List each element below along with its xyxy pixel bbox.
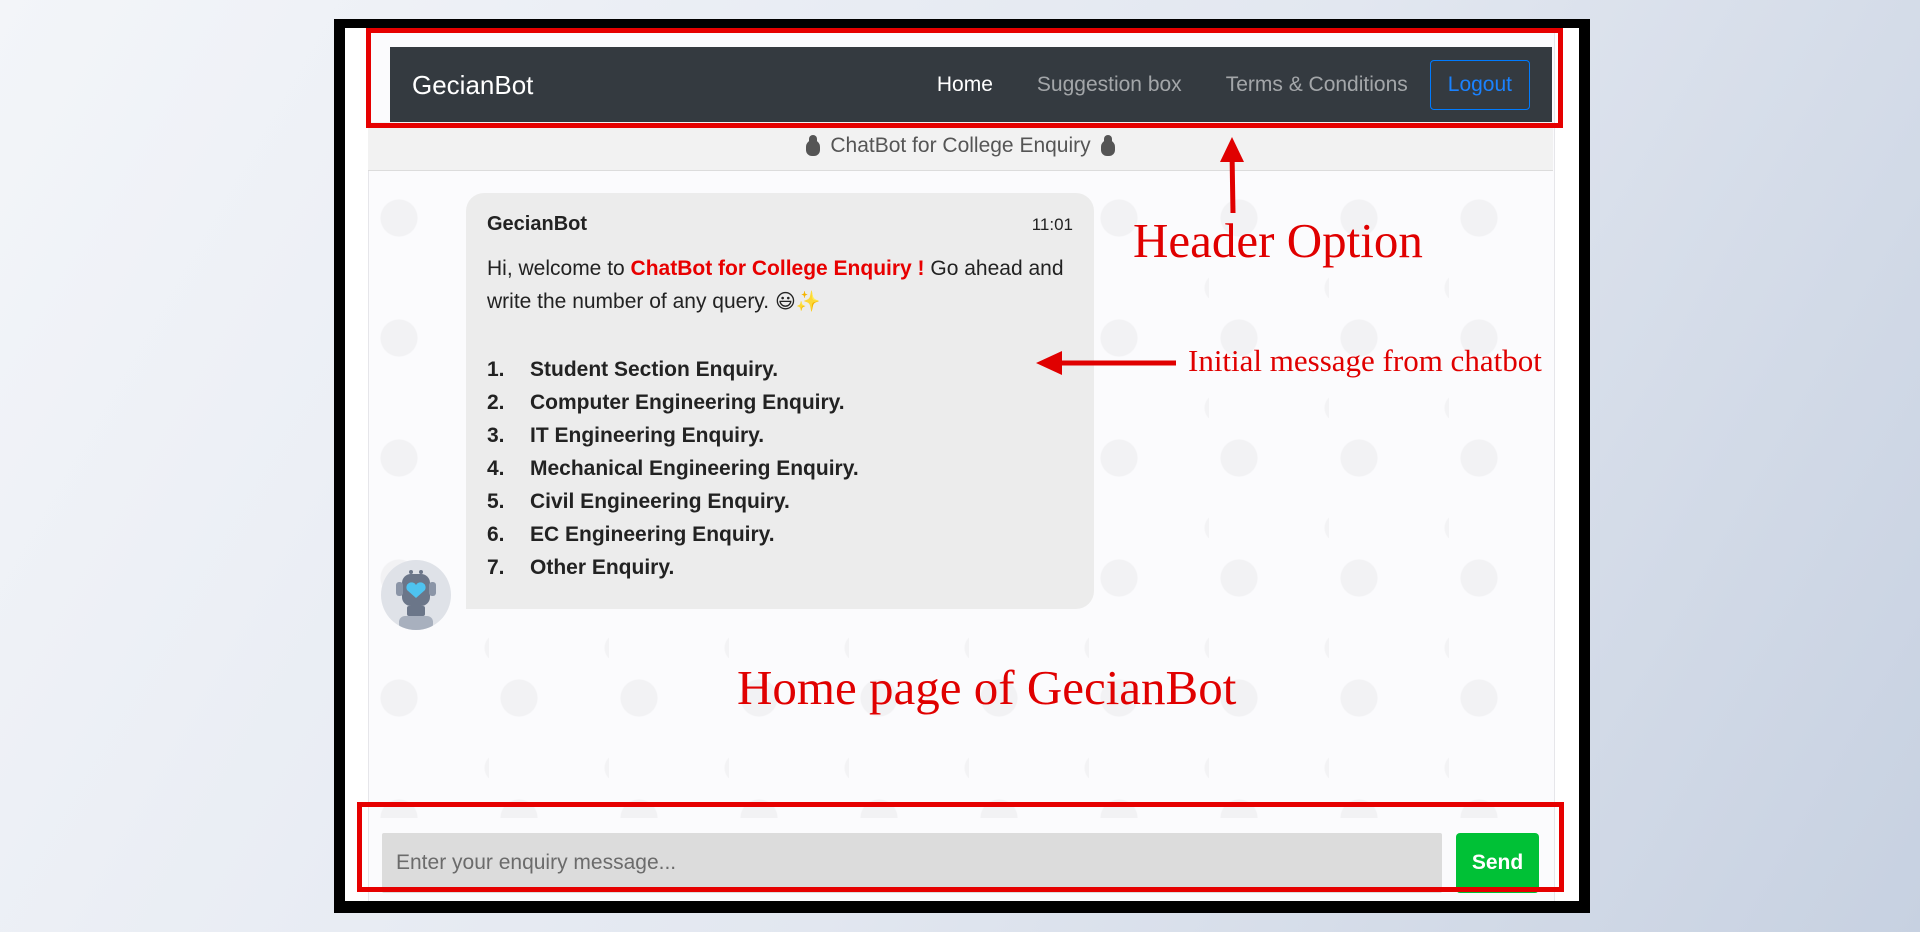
annotation-home-page: Home page of GecianBot bbox=[737, 660, 1237, 715]
annotation-initial-message: Initial message from chatbot bbox=[1188, 343, 1542, 378]
annotation-arrows bbox=[1036, 137, 1244, 375]
annotation-header-option: Header Option bbox=[1133, 213, 1423, 268]
message-arrow-head bbox=[1036, 351, 1062, 375]
header-arrow-head bbox=[1220, 137, 1244, 162]
